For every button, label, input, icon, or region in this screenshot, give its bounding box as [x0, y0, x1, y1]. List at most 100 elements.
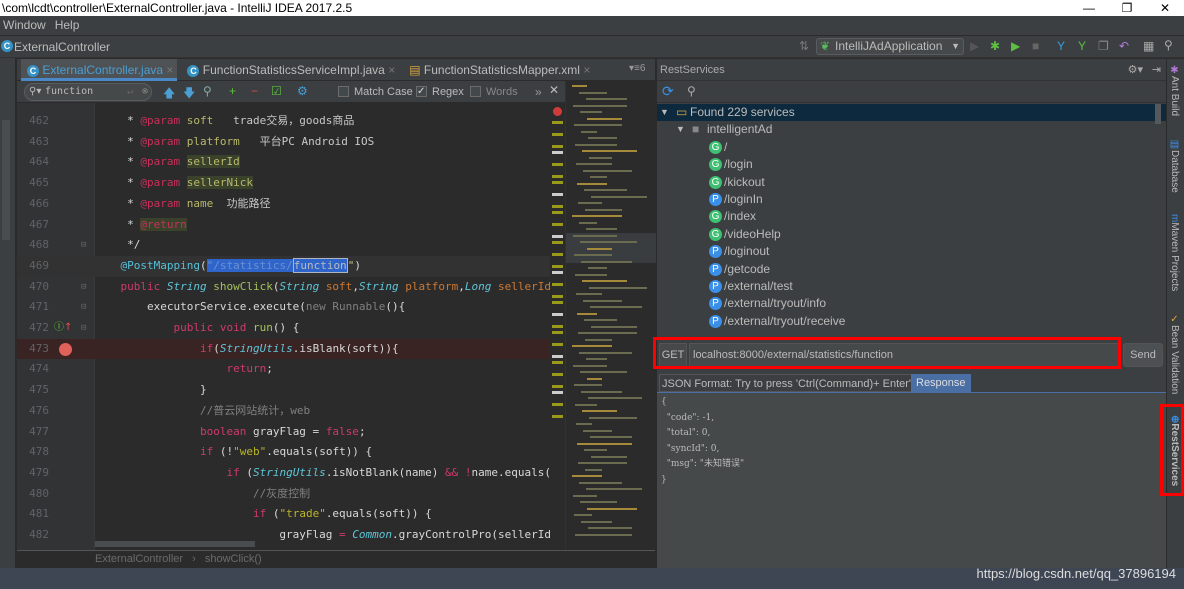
horizontal-scrollbar[interactable]: [95, 541, 255, 547]
tab-response[interactable]: Response: [911, 374, 971, 392]
usage-marker[interactable]: [552, 283, 563, 286]
restore-button[interactable]: ❐: [1110, 0, 1144, 16]
search-service-icon[interactable]: ⚲: [687, 84, 696, 98]
code-line[interactable]: 481 if ("trade".equals(soft)) {: [17, 504, 550, 525]
usage-marker[interactable]: [552, 265, 563, 268]
usage-marker[interactable]: [552, 313, 563, 316]
usage-marker[interactable]: [552, 175, 563, 178]
usage-marker[interactable]: [552, 235, 563, 238]
vcs-compare-icon[interactable]: ❐: [1098, 39, 1109, 53]
usage-marker[interactable]: [552, 331, 563, 334]
code-line[interactable]: 471 ⊟ executorService.execute(new Runnabl…: [17, 297, 550, 318]
response-body[interactable]: { "code": -1, "total": 0, "syncId": 0, "…: [657, 393, 1167, 568]
tab-list-icon[interactable]: ▾≡6: [629, 63, 645, 74]
revert-icon[interactable]: ↶: [1119, 39, 1129, 53]
settings-gear-icon[interactable]: ⚙: [297, 84, 308, 98]
usage-marker[interactable]: [552, 415, 563, 418]
usage-marker[interactable]: [552, 193, 563, 196]
previous-occurrence-icon[interactable]: 🡅: [163, 84, 175, 105]
service-item[interactable]: G/videoHelp: [657, 226, 1167, 243]
tab-json-format[interactable]: JSON Format: Try to press 'Ctrl(Command)…: [659, 374, 915, 392]
match-case-checkbox[interactable]: [338, 86, 349, 97]
service-item[interactable]: P/external/test: [657, 278, 1167, 295]
vcs-commit-icon[interactable]: Y: [1078, 39, 1086, 53]
code-minimap[interactable]: [565, 81, 656, 550]
service-item[interactable]: P/loginIn: [657, 191, 1167, 208]
code-line[interactable]: 462 * @param soft trade交易，goods商品: [17, 111, 550, 132]
settings-gear-icon[interactable]: ⚙▾: [1128, 59, 1143, 81]
code-line[interactable]: 476 //普云网站统计，web: [17, 401, 550, 422]
service-item[interactable]: P/getcode: [657, 261, 1167, 278]
close-tab-icon[interactable]: ×: [166, 63, 173, 77]
clear-icon[interactable]: ⊗: [142, 84, 148, 100]
tree-module[interactable]: ▼ ■ intelligentAd: [657, 121, 1167, 138]
fold-icon[interactable]: ⊟: [81, 277, 86, 298]
tab-function-statistics-mapper[interactable]: ▤ FunctionStatisticsMapper.xml ×: [403, 59, 594, 81]
service-item[interactable]: G/login: [657, 156, 1167, 173]
code-line[interactable]: 477 boolean grayFlag = false;: [17, 422, 550, 443]
search-input[interactable]: ⚲▾ function ↵ ⊗: [24, 83, 152, 101]
code-line[interactable]: 465 * @param sellerNick: [17, 173, 550, 194]
usage-marker[interactable]: [552, 271, 563, 274]
usage-marker[interactable]: [552, 385, 563, 388]
expand-icon[interactable]: ▼: [676, 121, 685, 138]
remove-occurrence-icon[interactable]: −: [251, 84, 258, 98]
usage-marker[interactable]: [552, 295, 563, 298]
usage-marker[interactable]: [552, 163, 563, 166]
code-line[interactable]: 479 if (StringUtils.isNotBlank(name) && …: [17, 463, 550, 484]
tab-external-controller[interactable]: C ExternalController.java ×: [21, 59, 178, 81]
coverage-icon[interactable]: ▶: [1011, 39, 1020, 53]
words-checkbox[interactable]: [470, 86, 481, 97]
service-item[interactable]: G/kickout: [657, 174, 1167, 191]
tree-root[interactable]: ▼ ▭ Found 229 services: [657, 104, 1167, 122]
fold-icon[interactable]: ⊟: [81, 235, 86, 256]
code-line[interactable]: 463 * @param platform 平台PC Android IOS: [17, 132, 550, 153]
tool-database[interactable]: ▤Database: [1169, 139, 1180, 193]
service-item[interactable]: P/external/tryout/receive: [657, 313, 1167, 330]
code-line[interactable]: 466 * @param name 功能路径: [17, 194, 550, 215]
usage-marker[interactable]: [552, 151, 563, 154]
send-button[interactable]: Send: [1123, 343, 1163, 367]
usage-marker[interactable]: [552, 301, 563, 304]
usage-marker[interactable]: [552, 325, 563, 328]
close-tab-icon[interactable]: ×: [388, 63, 395, 77]
more-icon[interactable]: »: [535, 85, 542, 99]
usage-marker[interactable]: [552, 361, 563, 364]
fold-icon[interactable]: ⊟: [81, 318, 86, 339]
implements-icon[interactable]: Ⓘ↑: [54, 318, 72, 339]
code-line[interactable]: 470 ⊟ public String showClick(String soft…: [17, 277, 550, 298]
fold-icon[interactable]: ⊟: [81, 297, 86, 318]
code-line[interactable]: 468 ⊟ */: [17, 235, 550, 256]
next-occurrence-icon[interactable]: 🡇: [183, 84, 195, 105]
nav-breadcrumb[interactable]: ExternalController: [14, 40, 110, 54]
service-item[interactable]: P/external/tryout/info: [657, 295, 1167, 312]
select-all-occurrences-icon[interactable]: ☑: [271, 84, 282, 98]
code-editor[interactable]: 462 * @param soft trade交易，goods商品 463 * @…: [17, 103, 550, 550]
service-item[interactable]: G /: [657, 139, 1167, 156]
vcs-update-icon[interactable]: Y: [1057, 39, 1065, 53]
tree-scrollbar[interactable]: [1155, 104, 1161, 124]
code-line[interactable]: 464 * @param sellerId: [17, 152, 550, 173]
run-config-select[interactable]: ❦ IntelliJAdApplication ▼: [816, 38, 964, 55]
search-everywhere-icon[interactable]: ⚲: [1164, 38, 1173, 52]
usage-marker[interactable]: [552, 211, 563, 214]
code-line[interactable]: 474 return;: [17, 359, 550, 380]
error-stripe[interactable]: [550, 103, 565, 550]
code-line[interactable]: 475 }: [17, 380, 550, 401]
usage-marker[interactable]: [552, 253, 563, 256]
usage-marker[interactable]: [552, 145, 563, 148]
regex-checkbox[interactable]: ✓: [416, 86, 427, 97]
service-item[interactable]: P/loginout: [657, 243, 1167, 260]
breadcrumb-class[interactable]: ExternalController: [95, 553, 183, 565]
usage-marker[interactable]: [552, 181, 563, 184]
code-line[interactable]: 472 Ⓘ↑ ⊟ public void run() {: [17, 318, 550, 339]
usage-marker[interactable]: [552, 223, 563, 226]
usage-marker[interactable]: [552, 241, 563, 244]
hide-panel-icon[interactable]: ⇥: [1152, 59, 1161, 81]
close-tab-icon[interactable]: ×: [583, 63, 590, 77]
expand-icon[interactable]: ▼: [660, 104, 669, 121]
service-item[interactable]: G/index: [657, 208, 1167, 225]
usage-marker[interactable]: [552, 121, 563, 124]
tool-maven-projects[interactable]: mMaven Projects: [1169, 214, 1180, 291]
usage-marker[interactable]: [552, 343, 563, 346]
